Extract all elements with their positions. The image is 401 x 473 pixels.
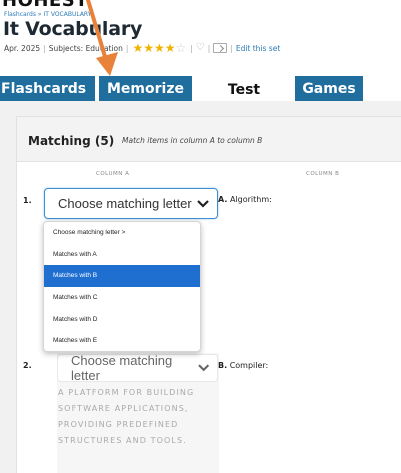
dropdown-option-selected[interactable]: Matches with B (44, 265, 200, 287)
set-meta: Apr. 2025 | Subjects: Education | ★ ★ ★ … (4, 42, 280, 54)
match-select-2[interactable]: Choose matching letter (57, 353, 218, 383)
chevron-down-icon (197, 364, 209, 372)
matching-header: Matching (5) Match items in column A to … (17, 117, 401, 162)
star-half-icon[interactable]: ☆ (176, 42, 187, 54)
edit-set-link[interactable]: Edit this set (236, 44, 280, 53)
dropdown-option[interactable]: Matches with C (44, 287, 200, 309)
definition-text: A PLATFORM FOR BUILDING SOFTWARE APPLICA… (58, 388, 195, 445)
share-icon[interactable] (213, 43, 228, 53)
page-header: HOHEST Flashcards » IT VOCABULARY It Voc… (0, 0, 401, 75)
match-options-dropdown[interactable]: Choose matching letter > Matches with A … (43, 221, 201, 352)
set-date: Apr. 2025 (4, 43, 41, 53)
dropdown-option[interactable]: Matches with E (44, 330, 200, 351)
breadcrumb[interactable]: Flashcards » IT VOCABULARY (4, 11, 91, 18)
dropdown-option[interactable]: Matches with A (44, 244, 200, 266)
select-value: Choose matching letter (71, 353, 173, 383)
term-b: B. Compiler: (218, 361, 268, 370)
annotation-arrow-icon (86, 0, 118, 76)
divider: | (43, 43, 46, 53)
term-letter: B. (218, 361, 228, 370)
star-icon[interactable]: ★ (132, 42, 143, 54)
matching-description: Match items in column A to column B (122, 136, 263, 145)
rating-stars[interactable]: ★ ★ ★ ★ ☆ (132, 42, 187, 54)
divider: | (230, 43, 233, 53)
column-a-label: COLUMN A (96, 171, 130, 177)
cropped-heading: HOHEST (2, 0, 88, 11)
subjects-label: Subjects: (48, 43, 84, 53)
divider: | (190, 43, 193, 53)
star-icon[interactable]: ★ (143, 42, 154, 54)
row-number: 1. (23, 196, 32, 205)
chevron-down-icon (197, 199, 209, 208)
term-text: Algorithm: (229, 195, 272, 204)
term-text: Compiler: (229, 361, 269, 370)
tab-flashcards[interactable]: Flashcards (0, 76, 95, 101)
dropdown-option[interactable]: Matches with D (44, 308, 200, 330)
heart-icon[interactable]: ♡ (196, 43, 205, 53)
divider: | (125, 43, 129, 53)
row-number: 2. (23, 361, 32, 370)
column-b-label: COLUMN B (306, 171, 340, 177)
term-letter: A. (218, 195, 228, 204)
select-value: Choose matching letter (58, 196, 192, 211)
match-select-1[interactable]: Choose matching letter (44, 188, 218, 219)
tab-games[interactable]: Games (295, 76, 363, 101)
star-icon[interactable]: ★ (154, 42, 165, 54)
matching-title: Matching (5) (28, 134, 115, 148)
study-mode-tabs: Flashcards Memorize Test Games (0, 76, 401, 104)
star-icon[interactable]: ★ (165, 42, 176, 54)
tab-test[interactable]: Test (196, 76, 292, 104)
divider: | (207, 43, 211, 53)
dropdown-option[interactable]: Choose matching letter > (44, 222, 200, 244)
term-a: A. Algorithm: (218, 195, 272, 204)
